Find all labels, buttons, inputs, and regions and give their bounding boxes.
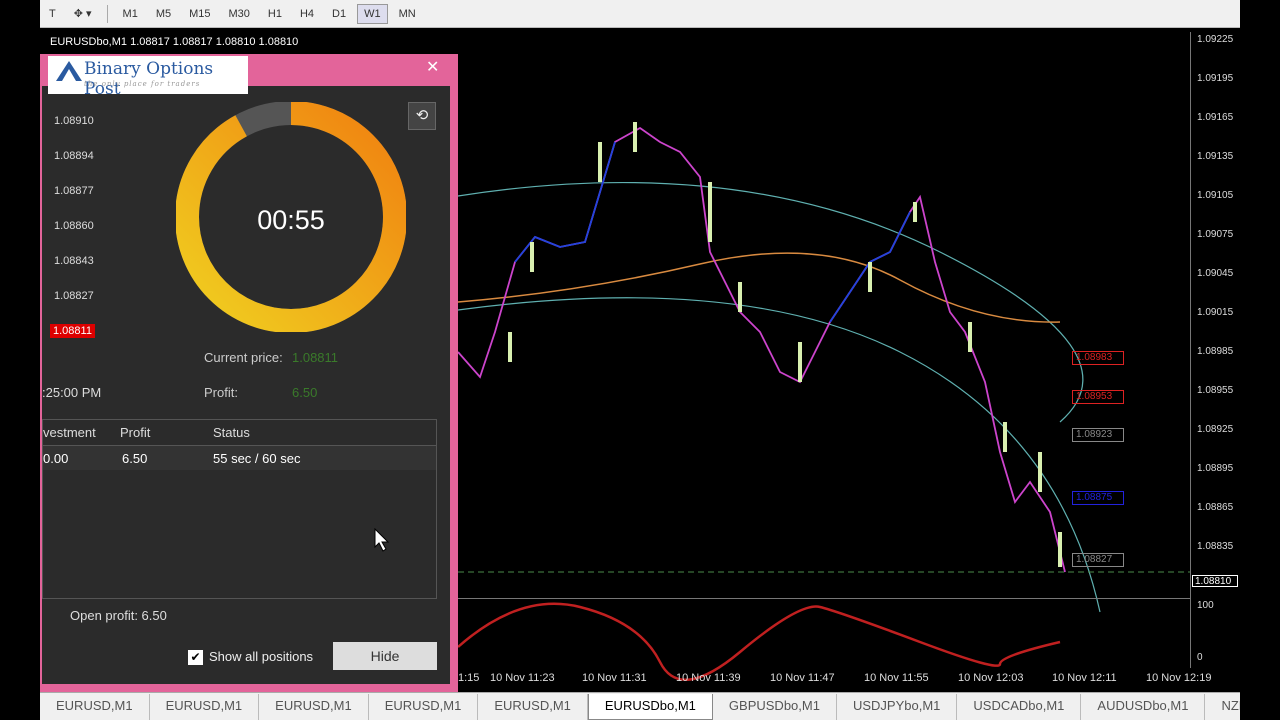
price-tick: 1.09165 — [1197, 112, 1234, 123]
current-price-label: Current price: — [204, 350, 283, 365]
level-tag: 1.08923 — [1072, 428, 1124, 442]
timeframe-m30[interactable]: M30 — [222, 4, 257, 24]
price-tick: 1.09045 — [1197, 268, 1234, 279]
side-price: 1.08827 — [54, 290, 94, 302]
price-axis: 1.09225 1.09195 1.09165 1.09135 1.09105 … — [1190, 32, 1240, 632]
level-tag: 1.08827 — [1072, 553, 1124, 567]
price-tick: 1.08895 — [1197, 463, 1234, 474]
cell-profit: 6.50 — [122, 451, 148, 466]
tab-chart[interactable]: EURUSD,M1 — [478, 693, 588, 720]
oscillator-panel — [458, 598, 1190, 668]
timeframe-h4[interactable]: H4 — [293, 4, 321, 24]
hide-button[interactable]: Hide — [333, 642, 437, 670]
price-tick: 1.09135 — [1197, 151, 1234, 162]
tab-chart[interactable]: NZDUSDb — [1205, 694, 1240, 720]
price-tick: 1.09015 — [1197, 307, 1234, 318]
time-label: 1:15 — [458, 672, 480, 684]
side-price: 1.08877 — [54, 185, 94, 197]
price-tick: 1.08925 — [1197, 424, 1234, 435]
positions-table: vestment Profit Status 0.00 6.50 55 sec … — [42, 419, 437, 599]
column-header-profit: Profit — [120, 425, 151, 440]
price-tick: 1.08865 — [1197, 502, 1234, 513]
table-header: vestment Profit Status — [43, 420, 436, 446]
drawing-tools-icon[interactable]: ✥ ▾ — [67, 3, 99, 24]
mouse-cursor-icon — [374, 528, 390, 552]
timeframe-m5[interactable]: M5 — [149, 4, 178, 24]
price-tick: 1.09105 — [1197, 190, 1234, 201]
price-tick: 1.09195 — [1197, 73, 1234, 84]
time-label: 10 Nov 12:11 — [1052, 672, 1117, 684]
expiry-time: :25:00 PM — [42, 385, 102, 400]
cell-status: 55 sec / 60 sec — [213, 451, 301, 466]
tab-chart[interactable]: AUDUSDbo,M1 — [1081, 693, 1206, 720]
oscillator-axis: 100 0 — [1190, 598, 1240, 668]
side-price: 1.08910 — [54, 115, 94, 127]
profit-label: Profit: — [204, 385, 238, 400]
price-tick: 1.08835 — [1197, 541, 1234, 552]
time-label: 10 Nov 12:19 — [1146, 672, 1212, 684]
logo-title: Binary Options Post — [84, 59, 214, 99]
cell-investment: 0.00 — [43, 451, 69, 466]
side-price: 1.08894 — [54, 150, 94, 162]
timeframe-d1[interactable]: D1 — [325, 4, 353, 24]
close-icon[interactable]: ✕ — [426, 57, 439, 77]
current-price-value: 1.08811 — [292, 350, 339, 365]
current-price-tag: 1.08810 — [1192, 575, 1238, 587]
price-tick: 1.09075 — [1197, 229, 1234, 240]
time-axis: 1:15 10 Nov 11:23 10 Nov 11:31 10 Nov 11… — [458, 668, 1240, 692]
level-tag: 1.08983 — [1072, 351, 1124, 365]
profit-value: 6.50 — [292, 385, 318, 400]
price-tick: 1.08985 — [1197, 346, 1234, 357]
side-price: 1.08860 — [54, 220, 94, 232]
tab-chart[interactable]: EURUSD,M1 — [259, 693, 369, 720]
timeframe-mn[interactable]: MN — [392, 4, 423, 24]
side-current-price: 1.08811 — [50, 324, 95, 338]
column-header-status: Status — [213, 425, 250, 440]
level-tag: 1.08953 — [1072, 390, 1124, 404]
time-label: 10 Nov 12:03 — [958, 672, 1024, 684]
tab-chart[interactable]: EURUSD,M1 — [369, 693, 479, 720]
tab-chart-active[interactable]: EURUSDbo,M1 — [587, 693, 713, 720]
side-price: 1.08843 — [54, 255, 94, 267]
logo: Binary Options Post the only place for t… — [48, 56, 248, 99]
open-profit: Open profit: 6.50 — [70, 608, 167, 623]
timeframe-w1[interactable]: W1 — [357, 3, 388, 24]
logo-icon — [56, 61, 82, 81]
timeframe-m15[interactable]: M15 — [182, 4, 217, 24]
time-label: 10 Nov 11:39 — [676, 672, 741, 684]
logo-subtitle: the only place for traders — [84, 80, 201, 88]
chart-tabs: EURUSD,M1 EURUSD,M1 EURUSD,M1 EURUSD,M1 … — [40, 692, 1240, 720]
osc-tick: 0 — [1197, 652, 1203, 663]
toolbar-divider — [106, 4, 108, 23]
time-label: 10 Nov 11:23 — [490, 672, 555, 684]
cursor-tool-icon[interactable]: T — [42, 4, 63, 24]
tab-chart[interactable]: EURUSD,M1 — [40, 693, 150, 720]
time-label: 10 Nov 11:31 — [582, 672, 647, 684]
show-all-label: Show all positions — [209, 649, 314, 664]
tab-chart[interactable]: EURUSD,M1 — [150, 693, 260, 720]
osc-tick: 100 — [1197, 600, 1214, 611]
column-header-investment: vestment — [43, 425, 96, 440]
price-tick: 1.09225 — [1197, 34, 1234, 45]
timeframe-m1[interactable]: M1 — [116, 4, 145, 24]
level-tag: 1.08875 — [1072, 491, 1124, 505]
time-label: 10 Nov 11:55 — [864, 672, 929, 684]
countdown-timer: 00:55 — [257, 205, 325, 235]
tab-chart[interactable]: GBPUSDbo,M1 — [713, 693, 837, 720]
price-tick: 1.08955 — [1197, 385, 1234, 396]
timeframe-toolbar: T ✥ ▾ M1 M5 M15 M30 H1 H4 D1 W1 MN — [40, 0, 1240, 28]
time-label: 10 Nov 11:47 — [770, 672, 835, 684]
table-row[interactable]: 0.00 6.50 55 sec / 60 sec — [43, 446, 436, 470]
tab-chart[interactable]: USDCADbo,M1 — [957, 693, 1082, 720]
show-all-checkbox[interactable]: ✔ — [188, 650, 203, 665]
tab-chart[interactable]: USDJPYbo,M1 — [837, 693, 958, 720]
timeframe-h1[interactable]: H1 — [261, 4, 289, 24]
back-button[interactable]: ⟲ — [408, 102, 436, 130]
